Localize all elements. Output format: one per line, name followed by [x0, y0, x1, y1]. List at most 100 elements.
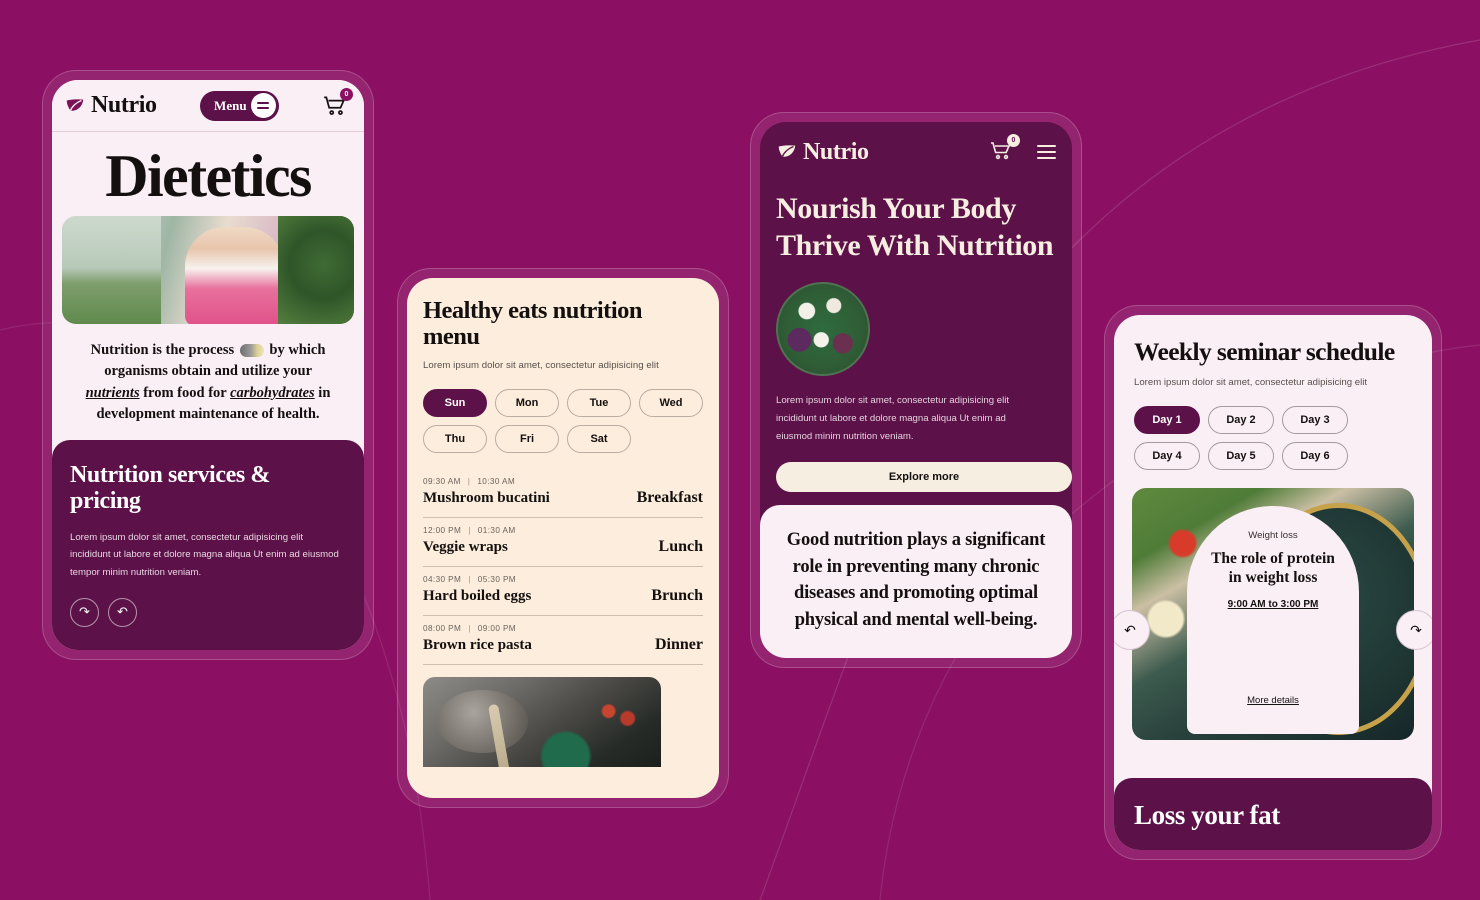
- decorative-pill-icon: [239, 344, 264, 358]
- meal-type: Dinner: [655, 635, 703, 653]
- meal-time: 04:30 PM | 05:30 PM: [423, 574, 517, 584]
- phone4-header: Weekly seminar schedule Lorem ipsum dolo…: [1114, 315, 1432, 470]
- seminar-category: Weight loss: [1248, 530, 1298, 541]
- services-paragraph: Lorem ipsum dolor sit amet, consectetur …: [70, 531, 339, 579]
- meal-name: Brown rice pasta: [423, 636, 532, 653]
- seminar-session-title: The role of protein in weight loss: [1211, 550, 1335, 586]
- hero-paragraph: Lorem ipsum dolor sit amet, consectetur …: [776, 395, 1010, 442]
- seminar-subtitle: Lorem ipsum dolor sit amet, consectetur …: [1134, 377, 1368, 388]
- meal-name: Hard boiled eggs: [423, 587, 532, 604]
- brand-logo[interactable]: Nutrio: [776, 139, 869, 166]
- arrow-next-icon[interactable]: ↷: [1396, 610, 1432, 650]
- brand-name: Nutrio: [803, 138, 869, 165]
- day-chip-6[interactable]: Day 6: [1282, 442, 1348, 470]
- services-heading: Nutrition services & pricing: [70, 461, 270, 515]
- day-chip-2[interactable]: Day 2: [1208, 406, 1274, 434]
- play-icon[interactable]: [316, 288, 342, 314]
- explore-more-button[interactable]: Explore more: [776, 461, 1072, 492]
- hero-title: Nourish Your Body Thrive With Nutrition: [776, 192, 1054, 263]
- hamburger-icon[interactable]: [1037, 145, 1056, 159]
- table-row[interactable]: 04:30 PM | 05:30 PM Hard boiled eggs Brunc…: [423, 567, 703, 616]
- quote-text: Good nutrition plays a significant role …: [786, 529, 1046, 631]
- page-title: Dietetics: [105, 143, 312, 209]
- services-pricing-section: Nutrition services & pricing Lorem ipsum…: [52, 439, 364, 650]
- meal-end-time: 01:30 AM: [477, 525, 516, 535]
- meal-start-time: 04:30 PM: [423, 574, 462, 584]
- phone-mockup-seminar: Weekly seminar schedule Lorem ipsum dolo…: [1104, 305, 1442, 860]
- arrow-next-icon[interactable]: ↷: [70, 597, 99, 627]
- menu-button[interactable]: Menu: [200, 90, 279, 121]
- phone2-screen: Healthy eats nutrition menu Lorem ipsum …: [407, 278, 719, 798]
- cart-button[interactable]: 0: [322, 87, 353, 120]
- seminar-card: ↶ ↷ Weight loss The role of protein in w…: [1114, 488, 1432, 740]
- day-chip-5[interactable]: Day 5: [1208, 442, 1274, 470]
- day-chip-fri[interactable]: Fri: [495, 424, 559, 453]
- day-filter-group: Day 1 Day 2 Day 3 Day 4 Day 5 Day 6: [1134, 406, 1412, 470]
- more-details-link[interactable]: More details: [1247, 695, 1299, 718]
- carousel-controls: ↷ ↶: [70, 597, 346, 627]
- menu-label: Menu: [214, 97, 247, 113]
- leaf-sprout-icon: [778, 145, 796, 157]
- intro-part-3: from food for: [143, 384, 227, 401]
- phone1-screen: Nutrio Menu 0 Dietetics Nutrition is the…: [52, 80, 364, 650]
- seminar-title: Weekly seminar schedule: [1134, 337, 1395, 366]
- meal-type: Lunch: [658, 537, 703, 555]
- seminar-time: 9:00 AM to 3:00 PM: [1227, 599, 1319, 611]
- phone-mockup-hero: Nutrio 0 Nourish Your Body Thrive With N…: [750, 112, 1082, 668]
- meal-list: 09:30 AM | 10:30 AM Mushroom bucatini Brea…: [423, 469, 703, 665]
- table-row[interactable]: 08:00 PM | 09:00 PM Brown rice pasta Dinne…: [423, 616, 703, 665]
- intro-part-1: Nutrition is the process: [90, 342, 235, 358]
- hero-person-figure: [184, 226, 284, 324]
- hero-video-thumbnail[interactable]: [62, 216, 354, 324]
- day-chip-tue[interactable]: Tue: [567, 388, 631, 417]
- day-chip-4[interactable]: Day 4: [1134, 442, 1200, 470]
- meal-name: Mushroom bucatini: [423, 489, 550, 506]
- meal-start-time: 09:30 AM: [423, 476, 461, 486]
- day-chip-3[interactable]: Day 3: [1282, 406, 1348, 434]
- meal-end-time: 10:30 AM: [477, 476, 516, 486]
- meal-time: 09:30 AM | 10:30 AM: [423, 476, 516, 486]
- day-chip-1[interactable]: Day 1: [1134, 406, 1200, 434]
- menu-photo: [423, 676, 661, 767]
- day-filter-group: Sun Mon Tue Wed Thu Fri Sat: [423, 388, 703, 453]
- hamburger-icon[interactable]: [250, 93, 276, 118]
- phone3-screen: Nutrio 0 Nourish Your Body Thrive With N…: [760, 122, 1072, 658]
- footer-heading: Loss your fat: [1134, 800, 1280, 830]
- meal-end-time: 05:30 PM: [477, 574, 517, 584]
- seminar-detail-card: Weight loss The role of protein in weigh…: [1187, 506, 1359, 734]
- phone-mockup-menu: Healthy eats nutrition menu Lorem ipsum …: [397, 268, 729, 808]
- table-row[interactable]: 12:00 PM | 01:30 AM Veggie wraps Lunch: [423, 518, 703, 567]
- quote-section: Good nutrition plays a significant role …: [760, 504, 1072, 658]
- link-carbohydrates[interactable]: carbohydrates: [230, 385, 315, 401]
- phone-mockup-dietetics: Nutrio Menu 0 Dietetics Nutrition is the…: [42, 70, 374, 660]
- day-chip-thu[interactable]: Thu: [423, 424, 487, 453]
- phone1-header: Nutrio Menu 0: [52, 80, 364, 132]
- meal-start-time: 12:00 PM: [423, 525, 462, 535]
- arrow-prev-icon[interactable]: ↶: [108, 597, 137, 627]
- meal-type: Brunch: [651, 586, 703, 604]
- meal-end-time: 09:00 PM: [477, 623, 517, 633]
- salad-photo: [776, 282, 870, 377]
- day-chip-sat[interactable]: Sat: [567, 424, 631, 453]
- meal-start-time: 08:00 PM: [423, 623, 462, 633]
- day-chip-wed[interactable]: Wed: [639, 388, 703, 417]
- meal-type: Breakfast: [636, 488, 703, 506]
- day-chip-sun[interactable]: Sun: [423, 388, 487, 417]
- intro-paragraph: Nutrition is the process by which organi…: [52, 324, 364, 440]
- menu-subtitle: Lorem ipsum dolor sit amet, consectetur …: [423, 359, 659, 371]
- meal-time: 12:00 PM | 01:30 AM: [423, 525, 516, 535]
- meal-time: 08:00 PM | 09:00 PM: [423, 623, 517, 633]
- meal-name: Veggie wraps: [423, 538, 508, 555]
- phone4-screen: Weekly seminar schedule Lorem ipsum dolo…: [1114, 315, 1432, 850]
- brand-name: Nutrio: [91, 92, 157, 118]
- brand-logo[interactable]: Nutrio: [64, 92, 157, 119]
- footer-section: Loss your fat: [1114, 778, 1432, 850]
- leaf-sprout-icon: [66, 98, 84, 111]
- cart-count-badge: 0: [1007, 134, 1020, 147]
- day-chip-mon[interactable]: Mon: [495, 388, 559, 417]
- cart-button[interactable]: 0: [989, 134, 1020, 166]
- phone3-header: Nutrio 0: [760, 122, 1072, 166]
- table-row[interactable]: 09:30 AM | 10:30 AM Mushroom bucatini Brea…: [423, 469, 703, 518]
- link-nutrients[interactable]: nutrients: [86, 385, 140, 401]
- cart-count-badge: 0: [340, 87, 353, 101]
